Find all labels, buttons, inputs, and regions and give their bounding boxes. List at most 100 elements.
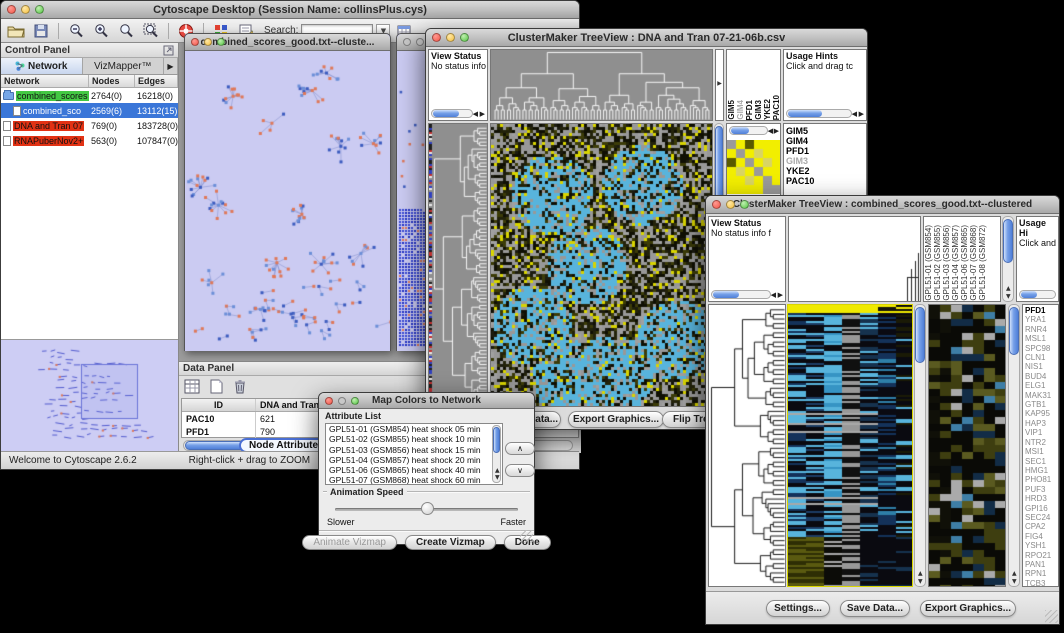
col-edges[interactable]: Edges [135,75,178,87]
scrollbar-thumb[interactable] [1003,219,1013,263]
scrollbar-thumb[interactable] [1009,307,1019,355]
tv1-hints-scrollbar[interactable] [786,109,852,118]
minimize-button[interactable] [338,397,346,405]
resize-grip[interactable] [520,530,533,543]
tv2-gene-label[interactable]: GTB1 [1025,400,1058,409]
tv1-global-scrollbar[interactable] [729,126,768,135]
zoom-in-icon[interactable] [90,21,112,41]
col-nodes[interactable]: Nodes [89,75,135,87]
tv2-gene-label[interactable]: NIS1 [1025,362,1058,371]
minimize-button[interactable] [204,38,212,46]
col-network[interactable]: Network [1,75,89,87]
tv2-gene-label[interactable]: HAP3 [1025,419,1058,428]
tv2-gene-label[interactable]: HMG1 [1025,466,1058,475]
minimize-button[interactable] [446,33,455,42]
tv2-gene-label[interactable]: MAK31 [1025,391,1058,400]
animate-vizmap-button[interactable]: Animate Vizmap [302,535,397,550]
tv2-gene-label[interactable]: MSL1 [1025,334,1058,343]
zoom-selected-icon[interactable] [115,21,137,41]
tv2-array-label[interactable]: GPL51-07 (GSM868) [969,225,978,301]
save-button[interactable] [30,21,52,41]
tv2-array-label[interactable]: GPL51-06 (GSM865) [960,225,969,301]
tv1-column-label[interactable]: GIM3 [754,100,763,120]
zoom-button[interactable] [460,33,469,42]
float-panel-icon[interactable] [163,45,174,56]
minimize-button[interactable] [416,38,424,46]
tv2-gene-label[interactable]: TCB3 [1025,579,1058,587]
attribute-item[interactable]: GPL51-04 (GSM857) heat shock 20 min [326,455,502,465]
tv2-heatmap[interactable] [787,304,913,587]
scroll-up-icon[interactable]: ▲ [1012,571,1017,577]
zoom-button[interactable] [740,200,749,209]
network-graph-canvas[interactable] [185,51,390,351]
scroll-up-icon[interactable]: ▲ [918,571,923,577]
move-down-button[interactable]: ∨ [505,464,535,477]
network-tree-row[interactable]: RNAPuberNov2+563(0)107847(0) [1,133,178,148]
tv2-array-label[interactable]: GPL51-04 (GSM857) [951,225,960,301]
tv2-gene-label[interactable]: SPC98 [1025,344,1058,353]
attribute-item[interactable]: GPL51-02 (GSM855) heat shock 10 min [326,434,502,444]
tv2-gene-label[interactable]: YSH1 [1025,541,1058,550]
network-name-cell[interactable]: RNAPuberNov2+ [1,133,89,148]
tv2-array-label[interactable]: GPL51-08 (GSM872) [978,225,987,301]
scroll-right-icon[interactable]: ▶ [480,110,485,118]
tv2-heatmap-vscrollbar[interactable]: ▲ ▼ [914,304,926,587]
animation-speed-slider[interactable] [335,508,518,511]
tv1-column-label[interactable]: GIM5 [727,100,736,120]
tv2-gene-label[interactable]: RNR4 [1025,325,1058,334]
tv2-zoom-vscrollbar[interactable]: ▲ ▼ [1008,304,1020,587]
delete-attribute-icon[interactable] [229,376,251,396]
scroll-left-icon[interactable]: ◀ [473,110,478,118]
attribute-item[interactable]: GPL51-06 (GSM865) heat shock 40 min [326,465,502,475]
tv2-array-label[interactable]: GPL51-01 (GSM854) [924,225,933,301]
new-attribute-icon[interactable] [205,376,227,396]
tv1-column-label[interactable]: GIM4 [736,100,745,120]
close-button[interactable] [712,200,721,209]
tv2-gene-label[interactable]: CPA2 [1025,522,1058,531]
tv1-column-labels[interactable]: GIM5GIM4PFD1GIM3YKE2PAC10 [726,49,781,121]
tv2-gene-label[interactable]: HRD3 [1025,494,1058,503]
dialog-titlebar[interactable]: Map Colors to Network [319,393,534,409]
settings-button[interactable]: Settings... [766,600,830,617]
attribute-list-scrollbar[interactable]: ▲ ▼ [492,425,501,483]
network-name-cell[interactable]: combined_scores [1,88,89,103]
tv1-row-dendrogram[interactable] [428,123,488,407]
tv1-gene-label[interactable]: GIM5 [786,126,864,136]
resize-grip[interactable] [1045,610,1058,623]
network-overview-canvas[interactable] [3,342,173,448]
scroll-down-icon[interactable]: ▼ [495,475,500,481]
tv2-hints-scrollbar[interactable] [1019,290,1056,299]
tv2-gene-label[interactable]: SEC24 [1025,513,1058,522]
tv2-gene-label[interactable]: MSI1 [1025,447,1058,456]
zoom-out-icon[interactable] [65,21,87,41]
tv2-gene-label[interactable]: NTR2 [1025,438,1058,447]
tv2-array-labels[interactable]: GPL51-01 (GSM854)GPL51-02 (GSM855) GPL51-… [923,216,1001,302]
tv2-gene-label[interactable]: CLN1 [1025,353,1058,362]
scroll-up-icon[interactable]: ▲ [1006,286,1011,292]
tab-vizmapper[interactable]: VizMapper™ [83,58,165,74]
close-button[interactable] [403,38,411,46]
tv2-array-label[interactable]: GPL51-02 (GSM855) [933,225,942,301]
tv2-gene-label[interactable]: FIG4 [1025,532,1058,541]
move-up-button[interactable]: ∧ [505,442,535,455]
tv2-zoom-heatmap[interactable] [928,304,1006,587]
network-overview-panel[interactable] [1,339,178,451]
tv2-gene-label[interactable]: PFD1 [1025,306,1058,315]
slider-thumb[interactable] [421,502,434,515]
scroll-down-icon[interactable]: ▼ [918,579,923,585]
treeview1-titlebar[interactable]: ClusterMaker TreeView : DNA and Tran 07-… [426,29,867,47]
network-tree-row[interactable]: combined_sco2569(6)13112(15) [1,103,178,118]
create-vizmap-button[interactable]: Create Vizmap [405,535,496,550]
scrollbar-thumb[interactable] [493,427,500,453]
tv1-splitter[interactable]: ▶ [715,49,724,121]
tv2-gene-label[interactable]: YRA1 [1025,315,1058,324]
scroll-down-icon[interactable]: ▼ [1006,294,1011,300]
scroll-left-icon[interactable]: ◀ [852,110,857,118]
tv2-status-scrollbar[interactable] [711,290,771,299]
export-graphics-button[interactable]: Export Graphics... [920,600,1016,617]
tv1-gene-label[interactable]: GIM3 [786,156,864,166]
scroll-down-icon[interactable]: ▼ [1012,579,1017,585]
scroll-right-icon[interactable]: ▶ [859,110,864,118]
id-column-header[interactable]: ID [182,399,256,411]
network-view-titlebar[interactable]: combined_scores_good.txt--cluste... [185,34,390,51]
